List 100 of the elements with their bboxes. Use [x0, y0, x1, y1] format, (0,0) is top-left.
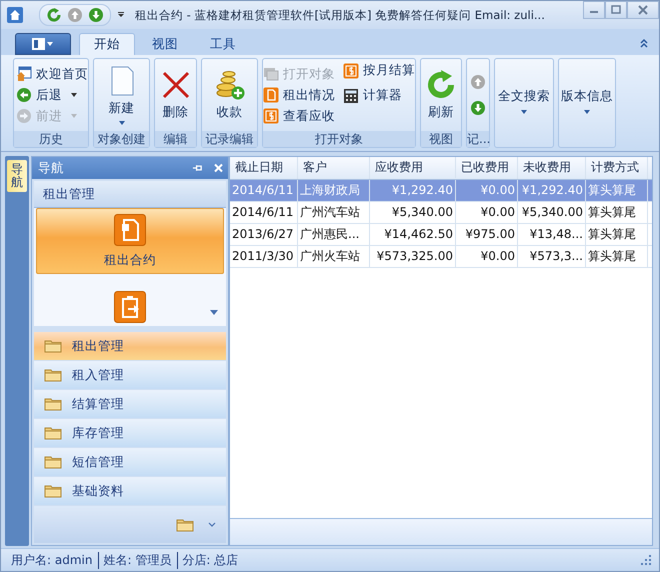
- close-button[interactable]: [627, 1, 659, 19]
- navigation-category[interactable]: 租入管理: [34, 361, 226, 389]
- caret-icon: [118, 120, 126, 126]
- table-cell: 2014/6/11: [230, 202, 298, 223]
- caret-icon: [70, 92, 78, 98]
- ribbon-tab[interactable]: 开始: [79, 33, 135, 55]
- move-down-button[interactable]: [470, 100, 486, 116]
- table-cell: 2011/3/30: [230, 246, 298, 267]
- table-cell: ¥1,292.40: [518, 180, 586, 201]
- column-header[interactable]: 截止日期: [230, 157, 298, 179]
- table-cell: 上海财政局: [298, 180, 370, 201]
- receive-payment-button[interactable]: 收款: [214, 69, 246, 121]
- folder-icon: [44, 484, 62, 498]
- ribbon-tab[interactable]: 视图: [137, 33, 193, 55]
- table-cell: ¥14,462.50: [370, 224, 456, 245]
- table-row[interactable]: 2014/6/11 广州汽车站 ¥5,340.00 ¥0.00 ¥5,340.00 算头算尾: [230, 202, 652, 224]
- table-cell: ¥0.00: [456, 180, 518, 201]
- table-cell: ¥0.00: [456, 246, 518, 267]
- table-cell: 2013/6/27: [230, 224, 298, 245]
- table-cell: ¥1,292.40: [370, 180, 456, 201]
- folder-icon[interactable]: [176, 518, 194, 532]
- section-header: 租出管理: [34, 181, 226, 208]
- status-text: 分店: 总店: [177, 552, 244, 568]
- monthly-settlement-button[interactable]: 按月结算: [341, 61, 417, 80]
- table-cell: ¥5,340.00: [370, 202, 456, 223]
- window-title: 租出合约 - 蓝格建材租赁管理软件[试用版本] 免费解答任何疑问 Email: zuli...: [135, 8, 546, 22]
- column-header[interactable]: 客户: [298, 157, 370, 179]
- folder-icon: [44, 368, 62, 382]
- navigation-category[interactable]: 短信管理: [34, 448, 226, 476]
- folder-icon: [44, 455, 62, 469]
- customize-caret-icon[interactable]: [117, 12, 125, 18]
- window-house-icon: [16, 66, 32, 82]
- welcome-page-button[interactable]: 欢迎首页: [14, 64, 90, 84]
- menu-icon: [32, 38, 54, 50]
- document-icon: [263, 87, 279, 103]
- table-cell: 2014/6/11: [230, 180, 298, 201]
- refresh-button[interactable]: 刷新: [425, 69, 457, 121]
- refresh-icon[interactable]: [46, 7, 62, 23]
- table-cell: ¥0.00: [456, 202, 518, 223]
- close-icon: [638, 5, 648, 15]
- calculator-button[interactable]: 计算器: [341, 86, 404, 105]
- navigation-category[interactable]: 基础资料: [34, 477, 226, 505]
- scroll-down-caret-icon[interactable]: [210, 310, 218, 316]
- navigation-category[interactable]: 租出管理: [34, 332, 226, 360]
- status-text: 用户名: admin: [10, 552, 94, 568]
- table-cell: ¥573,325.00: [370, 246, 456, 267]
- table-row[interactable]: 2013/6/27 广州惠民... ¥14,462.50 ¥975.00 ¥13,48... 算头算尾: [230, 224, 652, 246]
- navigation-category[interactable]: 结算管理: [34, 390, 226, 418]
- table-cell: ¥573,3...: [518, 246, 586, 267]
- column-header[interactable]: 未收费用: [518, 157, 586, 179]
- group-caption: 记...: [467, 131, 489, 147]
- navigation-category[interactable]: 库存管理: [34, 419, 226, 447]
- table-cell: 广州汽车站: [298, 202, 370, 223]
- column-header[interactable]: 计费方式: [586, 157, 648, 179]
- navigation-item[interactable]: 租出合约: [36, 208, 224, 274]
- status-text: 姓名: 管理员: [98, 552, 178, 568]
- table-cell: ¥13,48...: [518, 224, 586, 245]
- home-icon[interactable]: [7, 7, 23, 23]
- delete-button[interactable]: 删除: [160, 69, 192, 121]
- navigation-side-tab[interactable]: 导航: [7, 160, 27, 192]
- column-header[interactable]: 已收费用: [456, 157, 518, 179]
- table-cell: 算头算尾: [586, 180, 648, 201]
- table-cell: ¥5,340.00: [518, 202, 586, 223]
- maximize-icon: [611, 5, 621, 15]
- rental-status-button[interactable]: 租出情况: [261, 86, 337, 104]
- folder-icon: [44, 397, 62, 411]
- view-receivables-button[interactable]: 查看应收: [261, 106, 337, 126]
- table-cell: 广州惠民...: [298, 224, 370, 245]
- column-header[interactable]: 应收费用: [370, 157, 456, 178]
- panel-title: 导航: [38, 160, 65, 176]
- version-info-button[interactable]: 版本信息: [561, 88, 613, 114]
- group-caption: 打开对象: [263, 131, 415, 147]
- group-caption: 记录编辑: [202, 131, 257, 147]
- caret-icon: [70, 113, 78, 119]
- dollar-sheet-icon: [343, 62, 359, 78]
- chevron-down-icon[interactable]: [208, 522, 216, 528]
- group-caption: 历史: [14, 131, 88, 147]
- table-cell: 算头算尾: [586, 202, 648, 223]
- caret-icon: [520, 108, 528, 114]
- full-text-search-button[interactable]: 全文搜索: [498, 88, 550, 114]
- stacked-windows-icon: [263, 66, 279, 82]
- table-cell: 算头算尾: [586, 246, 648, 267]
- table-row[interactable]: 2011/3/30 广州火车站 ¥573,325.00 ¥0.00 ¥573,3... 算头算尾: [230, 246, 652, 268]
- group-caption: 视图: [421, 131, 461, 147]
- caret-icon: [583, 108, 591, 114]
- folder-icon: [44, 426, 62, 440]
- ribbon-tab[interactable]: 工具: [195, 33, 251, 55]
- maximize-button[interactable]: [605, 1, 627, 19]
- document-icon: [114, 214, 146, 246]
- application-menu-button[interactable]: [15, 33, 71, 55]
- minimize-button[interactable]: [583, 1, 605, 19]
- collapse-ribbon-icon[interactable]: [639, 38, 649, 48]
- back-button[interactable]: 后退: [14, 86, 80, 104]
- dollar-sheet-icon: [263, 108, 279, 124]
- pin-icon[interactable]: [192, 163, 203, 173]
- resize-grip-icon[interactable]: [641, 555, 651, 565]
- close-icon[interactable]: [213, 163, 224, 173]
- calculator-icon: [343, 88, 359, 104]
- coins-plus-icon: [214, 69, 246, 101]
- new-button[interactable]: 新建: [106, 64, 138, 126]
